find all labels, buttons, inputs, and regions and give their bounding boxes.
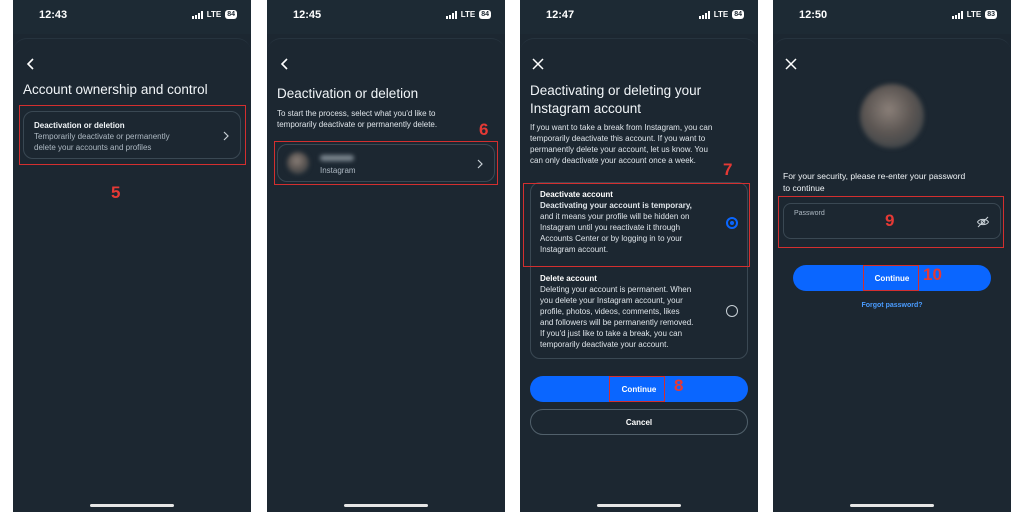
annotation-highlight: [523, 183, 750, 267]
screen-account-ownership: 12:43 LTE 84 Account ownership and contr…: [13, 0, 251, 512]
step-number: 5: [111, 183, 121, 202]
status-bar: 12:50 LTE 83: [773, 0, 1011, 34]
close-icon[interactable]: [530, 56, 546, 72]
description-line-1: To start the process, select what you'd …: [277, 109, 436, 118]
status-time: 12:43: [39, 9, 68, 21]
step-number-continue: 8: [674, 376, 684, 395]
option-line: Deleting your account is permanent. When: [540, 285, 692, 294]
status-bar: 12:43 LTE 84: [13, 0, 251, 34]
network-label: LTE: [206, 10, 222, 19]
status-time: 12:50: [799, 9, 828, 21]
back-arrow-icon[interactable]: [277, 56, 293, 72]
network-label: LTE: [460, 10, 476, 19]
option-line: If you'd just like to take a break, you …: [540, 329, 683, 338]
intro-line: permanently delete your account, let us …: [530, 145, 708, 154]
home-indicator: [597, 504, 681, 507]
step-number: 6: [479, 120, 489, 139]
home-indicator: [850, 504, 934, 507]
annotation-highlight: [609, 376, 665, 402]
step-number-continue: 10: [923, 265, 942, 284]
battery-icon: 84: [479, 10, 491, 19]
annotation-highlight: [19, 105, 246, 165]
battery-icon: 84: [732, 10, 744, 19]
home-indicator: [344, 504, 428, 507]
status-bar: 12:47 LTE 84: [520, 0, 758, 34]
network-label: LTE: [713, 10, 729, 19]
screen-deactivating-or-deleting: 12:47 LTE 84 Deactivating or deleting yo…: [520, 0, 758, 512]
battery-icon: 83: [985, 10, 997, 19]
cancel-button[interactable]: Cancel: [530, 409, 748, 435]
home-indicator: [90, 504, 174, 507]
option-line: profile, photos, videos, comments, likes: [540, 307, 680, 316]
option-line: and followers will be permanently remove…: [540, 318, 694, 327]
screen-reenter-password: 12:50 LTE 83 For your security, please r…: [773, 0, 1011, 512]
option-line: you delete your Instagram account, your: [540, 296, 683, 305]
intro-line: can only deactivate your account once a …: [530, 156, 696, 165]
annotation-highlight: [274, 141, 498, 185]
back-arrow-icon[interactable]: [23, 56, 39, 72]
signal-icon: [698, 10, 710, 19]
page-title: Deactivation or deletion: [277, 86, 419, 101]
option-line: temporarily deactivate your account.: [540, 340, 669, 349]
screen-deactivation-or-deletion: 12:45 LTE 84 Deactivation or deletion To…: [267, 0, 505, 512]
annotation-highlight: [778, 196, 1004, 248]
signal-icon: [191, 10, 203, 19]
option-description: Deleting your account is permanent. When…: [540, 284, 693, 350]
prompt-line: to continue: [783, 183, 825, 193]
status-time: 12:47: [546, 9, 575, 21]
option-title: Delete account: [540, 274, 597, 283]
status-time: 12:45: [293, 9, 322, 21]
intro-text: If you want to take a break from Instagr…: [530, 122, 712, 166]
intro-line: If you want to take a break from Instagr…: [530, 123, 713, 132]
intro-line: temporarily deactivate this account. If …: [530, 134, 706, 143]
profile-avatar: [860, 84, 924, 148]
close-icon[interactable]: [783, 56, 799, 72]
step-number-option: 7: [723, 160, 733, 179]
signal-icon: [951, 10, 963, 19]
signal-icon: [445, 10, 457, 19]
security-prompt: For your security, please re-enter your …: [783, 170, 965, 194]
radio-unselected[interactable]: [726, 305, 738, 317]
status-bar: 12:45 LTE 84: [267, 0, 505, 34]
network-label: LTE: [966, 10, 982, 19]
page-title-line-2: Instagram account: [530, 101, 642, 116]
forgot-password-link[interactable]: Forgot password?: [773, 302, 1011, 309]
annotation-highlight: [863, 265, 919, 291]
prompt-line: For your security, please re-enter your …: [783, 171, 966, 181]
option-delete-account[interactable]: Delete account Deleting your account is …: [530, 267, 748, 359]
page-title-line-1: Deactivating or deleting your: [530, 83, 702, 98]
battery-icon: 84: [225, 10, 237, 19]
description-line-2: temporarily deactivate or permanently de…: [277, 120, 438, 129]
page-title: Account ownership and control: [23, 82, 208, 97]
